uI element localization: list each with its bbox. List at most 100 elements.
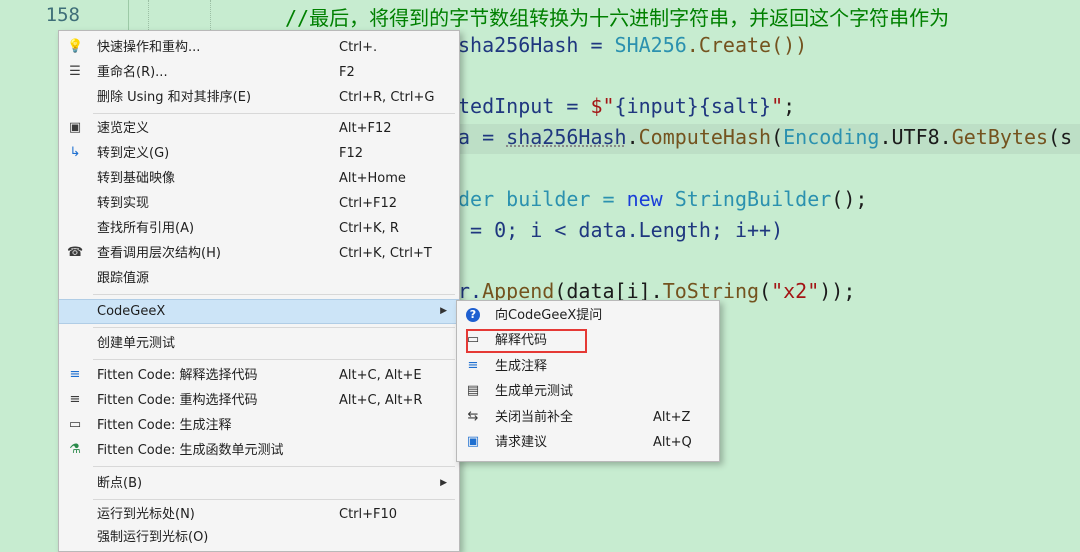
code-token: "x2"	[771, 279, 820, 303]
code-line: a = sha256Hash.ComputeHash(Encoding.UTF8…	[458, 125, 1072, 149]
menu-item-shortcut: Ctrl+F10	[339, 507, 398, 522]
menu-item-shortcut: Ctrl+K, R	[339, 221, 399, 236]
menu-item-shortcut: Alt+Home	[339, 171, 406, 186]
submenu-item-label: 关闭当前补全	[495, 410, 574, 425]
lightbulb-icon: 💡	[67, 39, 84, 54]
menu-item-go-to-implementation[interactable]: 转到实现 Ctrl+F12	[59, 191, 459, 216]
code-line: = 0; i < data.Length; i++)	[458, 218, 784, 242]
menu-item-label: Fitten Code: 重构选择代码	[97, 393, 258, 408]
menu-item-shortcut: Ctrl+F12	[339, 196, 398, 211]
menu-item-label: 查找所有引用(A)	[97, 221, 195, 236]
menu-item-force-run-to-cursor[interactable]: 强制运行到光标(O)	[59, 525, 459, 550]
menu-item-shortcut: Alt+C, Alt+E	[339, 368, 422, 383]
codegeex-submenu: ? 向CodeGeeX提问 ▭ 解释代码 ≡ 生成注释 ▤ 生成单元测试 ⇆ 关…	[456, 300, 720, 462]
close-completion-icon: ⇆	[467, 409, 479, 424]
submenu-item-label: 请求建议	[495, 435, 548, 450]
menu-item-label: 创建单元测试	[97, 336, 176, 351]
fitten-comment-icon: ▭	[68, 417, 82, 432]
menu-item-label: 快速操作和重构...	[97, 40, 201, 55]
submenu-item-generate-comment[interactable]: ≡ 生成注释	[457, 354, 719, 379]
code-token: GetBytes	[951, 125, 1049, 149]
menu-item-label: 速览定义	[97, 121, 150, 136]
submenu-item-request-suggestion[interactable]: ▣ 请求建议 Alt+Q	[457, 430, 719, 455]
code-line: sha256Hash = SHA256.Create())	[458, 33, 807, 57]
code-line: tedInput = $"{input}{salt}";	[458, 94, 795, 118]
submenu-item-ask-codegeex[interactable]: ? 向CodeGeeX提问	[457, 303, 719, 328]
menu-item-label: 重命名(R)...	[97, 65, 168, 80]
code-token: (	[759, 279, 772, 303]
code-token: tedInput =	[458, 94, 591, 118]
menu-item-label: 转到实现	[97, 196, 150, 211]
menu-separator	[93, 327, 455, 328]
menu-item-label: 强制运行到光标(O)	[97, 530, 209, 545]
submenu-item-shortcut: Alt+Q	[653, 435, 692, 450]
menu-item-breakpoint[interactable]: 断点(B) ▶	[59, 471, 459, 496]
line-number: 158	[45, 4, 80, 26]
menu-item-run-to-cursor[interactable]: 运行到光标处(N) Ctrl+F10	[59, 502, 459, 527]
menu-item-peek-definition[interactable]: ▣ 速览定义 Alt+F12	[59, 116, 459, 141]
menu-item-rename[interactable]: ☰ 重命名(R)... F2	[59, 60, 459, 85]
menu-item-remove-sort-usings[interactable]: 删除 Using 和对其排序(E) Ctrl+R, Ctrl+G	[59, 85, 459, 110]
menu-item-codegeex[interactable]: CodeGeeX ▶	[59, 299, 459, 324]
code-token: ;	[783, 94, 796, 118]
menu-item-fitten-unit-test[interactable]: ⚗ Fitten Code: 生成函数单元测试	[59, 438, 459, 463]
menu-item-track-value-source[interactable]: 跟踪值源	[59, 266, 459, 291]
menu-item-label: CodeGeeX	[97, 304, 166, 319]
submenu-item-label: 生成注释	[495, 359, 548, 374]
help-icon: ?	[466, 308, 480, 322]
code-token: ();	[831, 187, 868, 211]
menu-item-fitten-explain[interactable]: ≡ Fitten Code: 解释选择代码 Alt+C, Alt+E	[59, 363, 459, 388]
menu-item-view-call-hierarchy[interactable]: ☎ 查看调用层次结构(H) Ctrl+K, Ctrl+T	[59, 241, 459, 266]
menu-item-go-to-base[interactable]: 转到基础映像 Alt+Home	[59, 166, 459, 191]
menu-item-fitten-comment[interactable]: ▭ Fitten Code: 生成注释	[59, 413, 459, 438]
menu-item-go-to-definition[interactable]: ↳ 转到定义(G) F12	[59, 141, 459, 166]
menu-item-shortcut: Alt+F12	[339, 121, 392, 136]
fitten-refactor-icon: ≡	[69, 392, 81, 407]
code-token: sha256Hash	[506, 125, 627, 149]
menu-item-shortcut: F12	[339, 146, 364, 161]
menu-item-label: 跟踪值源	[97, 271, 150, 286]
generate-comment-icon: ≡	[467, 358, 479, 373]
submenu-item-label: 向CodeGeeX提问	[495, 308, 603, 323]
code-token: $"	[590, 94, 615, 118]
menu-item-label: 转到基础映像	[97, 171, 176, 186]
menu-separator	[93, 294, 455, 295]
menu-item-label: 查看调用层次结构(H)	[97, 246, 221, 261]
code-token: {input}{salt}	[614, 94, 772, 118]
menu-separator	[93, 499, 455, 500]
go-to-definition-icon: ↳	[69, 145, 81, 160]
submenu-item-shortcut: Alt+Z	[653, 410, 691, 425]
submenu-arrow-icon: ▶	[440, 478, 447, 488]
code-token: (s	[1048, 125, 1073, 149]
menu-item-fitten-refactor[interactable]: ≡ Fitten Code: 重构选择代码 Alt+C, Alt+R	[59, 388, 459, 413]
menu-item-create-unit-tests[interactable]: 创建单元测试	[59, 331, 459, 356]
submenu-item-close-completion[interactable]: ⇆ 关闭当前补全 Alt+Z	[457, 405, 719, 430]
rename-icon: ☰	[69, 64, 81, 79]
code-token: .UTF8.	[879, 125, 952, 149]
fitten-explain-icon: ≡	[69, 367, 81, 382]
menu-item-find-all-references[interactable]: 查找所有引用(A) Ctrl+K, R	[59, 216, 459, 241]
menu-item-label: Fitten Code: 解释选择代码	[97, 368, 258, 383]
menu-item-shortcut: F2	[339, 65, 355, 80]
menu-item-label: 转到定义(G)	[97, 146, 170, 161]
menu-separator	[93, 359, 455, 360]
menu-item-label: 断点(B)	[97, 476, 143, 491]
code-comment-line: //最后，将得到的字节数组转换为十六进制字符串，并返回这个字符串作为	[285, 6, 950, 30]
code-token: a =	[458, 125, 507, 149]
menu-item-shortcut: Alt+C, Alt+R	[339, 393, 423, 408]
code-token: sha256Hash =	[458, 33, 615, 57]
submenu-item-generate-unit-test[interactable]: ▤ 生成单元测试	[457, 379, 719, 404]
submenu-arrow-icon: ▶	[440, 306, 447, 316]
menu-separator	[93, 113, 455, 114]
unit-test-icon: ▤	[466, 383, 480, 398]
call-hierarchy-icon: ☎	[67, 245, 84, 260]
submenu-item-label: 生成单元测试	[495, 384, 574, 399]
code-token: .	[626, 125, 639, 149]
menu-item-label: Fitten Code: 生成函数单元测试	[97, 443, 284, 458]
menu-item-shortcut: Ctrl+.	[339, 40, 378, 55]
code-token: new	[626, 187, 663, 211]
context-menu: 💡 快速操作和重构... Ctrl+. ☰ 重命名(R)... F2 删除 Us…	[58, 30, 460, 552]
menu-separator	[93, 466, 455, 467]
menu-item-quick-actions[interactable]: 💡 快速操作和重构... Ctrl+.	[59, 35, 459, 60]
